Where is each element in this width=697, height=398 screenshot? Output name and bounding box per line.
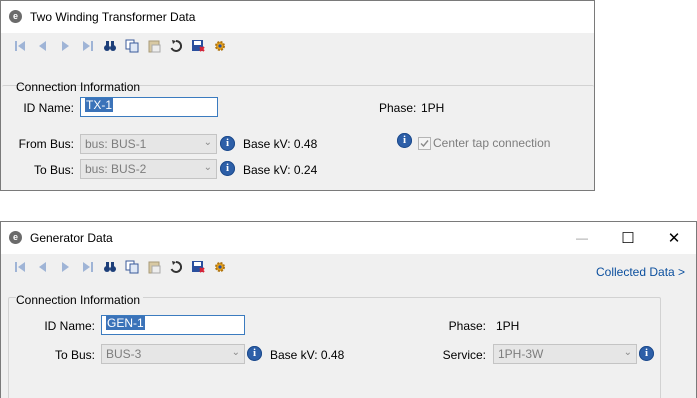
service-label: Service: — [442, 348, 486, 362]
phase-value: 1PH — [496, 319, 520, 333]
to-bus-select[interactable]: BUS-3 ⌄ — [101, 344, 245, 364]
save-icon[interactable] — [189, 258, 207, 276]
base-kv: Base kV: 0.48 — [270, 348, 345, 362]
paste-icon[interactable] — [145, 258, 163, 276]
id-name-input[interactable]: GEN-1 — [101, 315, 245, 335]
prev-record-icon[interactable] — [34, 258, 52, 276]
to-bus-label: To Bus: — [54, 348, 95, 362]
to-bus-label: To Bus: — [33, 163, 74, 177]
undo-icon[interactable] — [167, 37, 185, 55]
minimize-button[interactable]: — — [567, 228, 597, 248]
section-title: Connection Information — [16, 293, 144, 307]
window-title: Generator Data — [30, 231, 113, 245]
chevron-down-icon: ⌄ — [203, 137, 212, 148]
transformer-data-window: e Two Winding Transformer Data Connectio… — [0, 0, 595, 191]
chevron-down-icon: ⌄ — [623, 347, 632, 358]
id-name-label: ID Name: — [44, 319, 95, 333]
window-title: Two Winding Transformer Data — [30, 10, 196, 24]
info-icon[interactable]: i — [397, 133, 412, 148]
first-record-icon[interactable] — [11, 258, 29, 276]
copy-icon[interactable] — [123, 258, 141, 276]
phase-label: Phase: — [379, 101, 417, 115]
last-record-icon[interactable] — [79, 258, 97, 276]
last-record-icon[interactable] — [79, 37, 97, 55]
center-tap-label: Center tap connection — [433, 136, 551, 150]
to-bus-value: BUS-3 — [106, 347, 142, 361]
center-tap-checkbox[interactable] — [418, 137, 431, 150]
to-bus-value: bus: BUS-2 — [85, 162, 147, 176]
undo-icon[interactable] — [167, 258, 185, 276]
save-icon[interactable] — [189, 37, 207, 55]
settings-gear-icon[interactable] — [211, 37, 229, 55]
title-bar: e Generator Data — ☐ ✕ — [1, 222, 696, 254]
copy-icon[interactable] — [123, 37, 141, 55]
first-record-icon[interactable] — [11, 37, 29, 55]
from-bus-select[interactable]: bus: BUS-1 ⌄ — [80, 134, 217, 154]
to-base-kv: Base kV: 0.24 — [243, 163, 318, 177]
section-title: Connection Information — [16, 80, 141, 94]
id-name-input[interactable]: TX-1 — [80, 97, 218, 117]
chevron-down-icon: ⌄ — [203, 162, 212, 173]
info-icon[interactable]: i — [220, 136, 235, 151]
settings-gear-icon[interactable] — [211, 258, 229, 276]
service-value: 1PH-3W — [498, 347, 544, 361]
prev-record-icon[interactable] — [34, 37, 52, 55]
id-name-label: ID Name: — [23, 101, 74, 115]
from-base-kv: Base kV: 0.48 — [243, 137, 318, 151]
info-icon[interactable]: i — [220, 161, 235, 176]
binoculars-icon[interactable] — [101, 37, 119, 55]
app-logo-icon: e — [9, 10, 22, 23]
service-select[interactable]: 1PH-3W ⌄ — [493, 344, 637, 364]
app-logo-icon: e — [9, 231, 22, 244]
generator-data-window: e Generator Data — ☐ ✕ Collected Data > … — [0, 221, 697, 398]
from-bus-label: From Bus: — [18, 137, 74, 151]
binoculars-icon[interactable] — [101, 258, 119, 276]
from-bus-value: bus: BUS-1 — [85, 137, 147, 151]
maximize-button[interactable]: ☐ — [613, 228, 643, 248]
phase-label: Phase: — [448, 319, 486, 333]
to-bus-select[interactable]: bus: BUS-2 ⌄ — [80, 159, 217, 179]
collected-data-link[interactable]: Collected Data > — [596, 265, 685, 279]
info-icon[interactable]: i — [639, 346, 654, 361]
paste-icon[interactable] — [145, 37, 163, 55]
next-record-icon[interactable] — [56, 258, 74, 276]
title-bar: e Two Winding Transformer Data — [1, 1, 594, 33]
phase-value: 1PH — [421, 101, 445, 115]
chevron-down-icon: ⌄ — [231, 347, 240, 358]
close-button[interactable]: ✕ — [659, 228, 689, 248]
id-name-value: TX-1 — [85, 98, 114, 112]
next-record-icon[interactable] — [56, 37, 74, 55]
info-icon[interactable]: i — [247, 346, 262, 361]
id-name-value: GEN-1 — [106, 316, 145, 330]
